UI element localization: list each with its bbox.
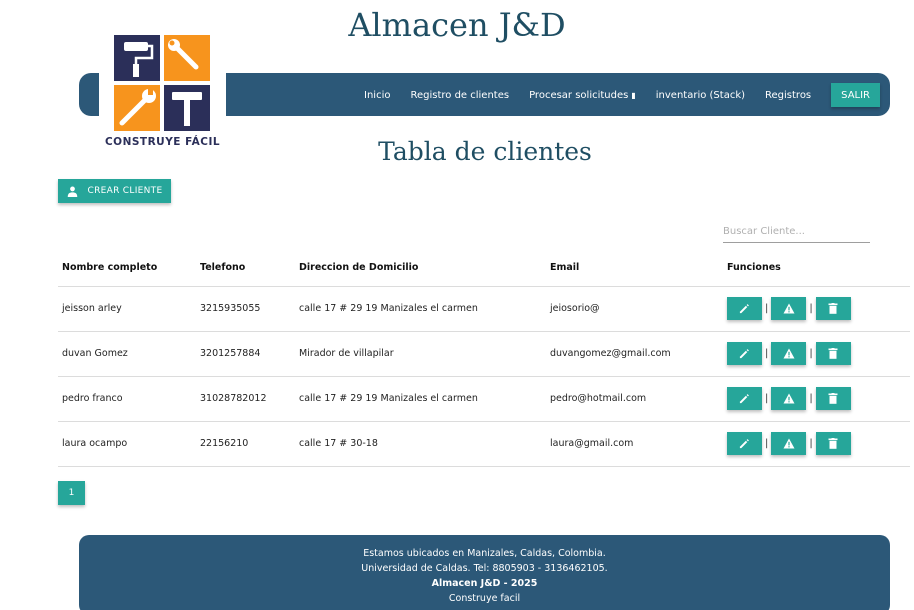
cell-direccion: calle 17 # 29 19 Manizales el carmen (295, 376, 546, 422)
table-row: duvan Gomez 3201257884 Mirador de villapil… (58, 331, 910, 377)
delete-icon (828, 348, 838, 359)
action-separator: | (765, 348, 769, 359)
cell-nombre: jeisson arley (58, 286, 196, 332)
report-button[interactable] (771, 432, 807, 455)
edit-icon (739, 303, 750, 314)
nav-item-procesar-label: Procesar solicitudes (529, 89, 629, 101)
report-button[interactable] (771, 297, 807, 320)
action-separator: | (809, 348, 813, 359)
cell-email: duvangomez@gmail.com (546, 331, 723, 377)
table-row: laura ocampo 22156210 calle 17 # 30-18 laur… (58, 421, 910, 467)
cell-telefono: 3215935055 (196, 286, 295, 332)
clients-table: Nombre completo Telefono Direccion de Do… (58, 250, 910, 467)
warning-icon (783, 348, 795, 359)
column-header-funciones: Funciones (723, 250, 910, 287)
cell-nombre: pedro franco (58, 376, 196, 422)
create-client-label: CREAR CLIENTE (87, 186, 163, 196)
action-separator: | (765, 438, 769, 449)
pagination-page-1[interactable]: 1 (58, 481, 85, 505)
column-header-telefono: Telefono (196, 250, 295, 287)
edit-icon (739, 393, 750, 404)
cell-funciones: | | (723, 331, 910, 377)
nav-item-procesar-solicitudes[interactable]: Procesar solicitudes ▮ (529, 90, 636, 101)
table-row: jeisson arley 3215935055 calle 17 # 29 19 … (58, 286, 910, 332)
report-button[interactable] (771, 387, 807, 410)
footer-brand: Almacen J&D - 2025 (431, 578, 538, 589)
row-actions: | | (727, 387, 910, 410)
nav-item-inventario[interactable]: inventario (Stack) (656, 90, 745, 101)
report-button[interactable] (771, 342, 807, 365)
person-icon (67, 186, 77, 197)
delete-button[interactable] (815, 432, 851, 455)
warning-icon (783, 393, 795, 404)
delete-icon (828, 438, 838, 449)
delete-icon (828, 393, 838, 404)
cell-nombre: duvan Gomez (58, 331, 196, 377)
cell-funciones: | | (723, 376, 910, 422)
cell-email: jeiosorio@ (546, 286, 723, 332)
logout-button[interactable]: SALIR (831, 83, 880, 107)
cell-funciones: | | (723, 286, 910, 332)
cell-telefono: 22156210 (196, 421, 295, 467)
row-actions: | | (727, 432, 910, 455)
delete-icon (828, 303, 838, 314)
edit-button[interactable] (727, 342, 762, 365)
cell-direccion: calle 17 # 30-18 (295, 421, 546, 467)
search-input[interactable] (723, 220, 870, 243)
page-title: Tabla de clientes (378, 137, 592, 166)
nav-item-inicio[interactable]: Inicio (364, 90, 390, 101)
column-header-nombre: Nombre completo (58, 250, 196, 287)
edit-icon (739, 348, 750, 359)
edit-button[interactable] (727, 297, 762, 320)
edit-icon (739, 438, 750, 449)
warning-icon (783, 438, 795, 449)
delete-button[interactable] (815, 297, 851, 320)
footer-location: Estamos ubicados en Manizales, Caldas, C… (363, 548, 606, 559)
dropdown-caret-icon: ▮ (631, 90, 636, 100)
cell-email: pedro@hotmail.com (546, 376, 723, 422)
cell-direccion: Mirador de villapilar (295, 331, 546, 377)
create-client-button[interactable]: CREAR CLIENTE (58, 179, 171, 203)
footer-contact: Universidad de Caldas. Tel: 8805903 - 31… (361, 563, 608, 574)
action-separator: | (809, 438, 813, 449)
table-row: pedro franco 31028782012 calle 17 # 29 19 … (58, 376, 910, 422)
footer-slogan: Construye facil (448, 593, 521, 604)
cell-direccion: calle 17 # 29 19 Manizales el carmen (295, 286, 546, 332)
column-header-direccion: Direccion de Domicilio (295, 250, 546, 287)
nav-item-registros[interactable]: Registros (765, 90, 811, 101)
delete-button[interactable] (815, 387, 851, 410)
action-separator: | (765, 393, 769, 404)
cell-email: laura@gmail.com (546, 421, 723, 467)
row-actions: | | (727, 342, 910, 365)
cell-telefono: 31028782012 (196, 376, 295, 422)
nav-item-registro-clientes[interactable]: Registro de clientes (410, 90, 509, 101)
column-header-email: Email (546, 250, 723, 287)
action-separator: | (809, 303, 813, 314)
edit-button[interactable] (727, 432, 762, 455)
table-header-row: Nombre completo Telefono Direccion de Do… (58, 250, 910, 287)
footer: Estamos ubicados en Manizales, Caldas, C… (79, 535, 890, 610)
warning-icon (783, 303, 795, 314)
action-separator: | (765, 303, 769, 314)
cell-funciones: | | (723, 421, 910, 467)
cell-nombre: laura ocampo (58, 421, 196, 467)
action-separator: | (809, 393, 813, 404)
cell-telefono: 3201257884 (196, 331, 295, 377)
row-actions: | | (727, 297, 910, 320)
nav-links: Inicio Registro de clientes Procesar sol… (344, 83, 880, 107)
delete-button[interactable] (815, 342, 851, 365)
edit-button[interactable] (727, 387, 762, 410)
logo-tools-icon (114, 35, 210, 131)
